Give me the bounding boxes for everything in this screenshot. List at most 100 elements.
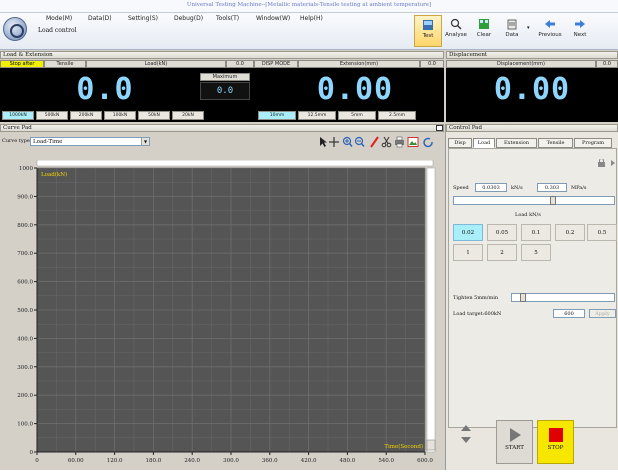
load-target-input[interactable]: 600 bbox=[553, 309, 585, 318]
data-icon bbox=[507, 19, 517, 30]
y-tick-label: 600.0 bbox=[17, 280, 33, 286]
test-label: Test bbox=[422, 33, 434, 39]
x-tick-label: 540.0 bbox=[378, 458, 394, 464]
apply-button[interactable]: Apply bbox=[589, 309, 616, 318]
stop-label: STOP bbox=[547, 445, 564, 451]
tighten-slider-thumb[interactable] bbox=[520, 293, 526, 302]
chart-toolbar bbox=[318, 136, 442, 148]
ext-range-2-5mm[interactable]: 2.5mm bbox=[378, 111, 416, 120]
rate-button-5[interactable]: 5 bbox=[521, 244, 551, 261]
speed-slider[interactable] bbox=[453, 196, 615, 205]
load-range-200kn[interactable]: 200kN bbox=[70, 111, 102, 120]
rate-button-0-5[interactable]: 0.5 bbox=[587, 224, 617, 241]
rate-button-1[interactable]: 1 bbox=[453, 244, 483, 261]
y-tick-label: 200.0 bbox=[17, 393, 33, 399]
x-tick-label: 300.0 bbox=[223, 458, 239, 464]
pointer-icon[interactable] bbox=[320, 137, 327, 147]
menu-data[interactable]: Data(D) bbox=[88, 15, 112, 22]
rate-button-0-1[interactable]: 0.1 bbox=[521, 224, 551, 241]
print-icon[interactable] bbox=[395, 136, 404, 148]
analyse-button[interactable]: Analyse bbox=[442, 15, 470, 47]
stop-after-broken-button[interactable]: Stop after broken bbox=[0, 60, 44, 74]
tab-program[interactable]: Program bbox=[574, 138, 612, 148]
x-tick-label: 120.0 bbox=[107, 458, 123, 464]
x-tick-label: 480.0 bbox=[340, 458, 356, 464]
speed-mpa-input[interactable]: 0.303 bbox=[537, 183, 567, 192]
crosshair-icon[interactable] bbox=[329, 137, 339, 147]
speed-slider-thumb[interactable] bbox=[550, 196, 556, 205]
zoom-in-icon[interactable] bbox=[342, 136, 353, 147]
data-button[interactable]: Data bbox=[498, 15, 526, 47]
speed-kn-unit: kN/s bbox=[511, 185, 523, 191]
load-range-50kn[interactable]: 50kN bbox=[138, 111, 170, 120]
maximum-label: Maximum bbox=[200, 73, 250, 81]
menu-tools[interactable]: Tools(T) bbox=[216, 15, 239, 22]
menu-setting[interactable]: Setting(S) bbox=[128, 15, 158, 22]
tab-extension[interactable]: Extension bbox=[496, 138, 537, 148]
cut-icon[interactable] bbox=[381, 136, 392, 148]
load-range-500kn[interactable]: 500kN bbox=[36, 111, 68, 120]
extension-label: Extension(mm) bbox=[298, 60, 420, 68]
rate-button-2[interactable]: 2 bbox=[487, 244, 517, 261]
displacement-lcd: Displacement(mm) 0.0 0.00 bbox=[446, 60, 618, 122]
vertical-scrollbar bbox=[426, 167, 436, 453]
load-range-20kn[interactable]: 20kN bbox=[172, 111, 204, 120]
lock-and-next-icons[interactable] bbox=[597, 159, 617, 167]
restore-window-icon[interactable] bbox=[436, 125, 443, 131]
curve-chart[interactable]: 0 60.00 120.0 180.0 240.0 300.0 360.0 420.0 480.… bbox=[1, 159, 437, 470]
menu-mode[interactable]: Mode(M) bbox=[46, 15, 72, 22]
stop-button[interactable]: STOP bbox=[537, 420, 574, 464]
x-tick-label: 360.0 bbox=[262, 458, 278, 464]
speed-label: Speed bbox=[453, 185, 469, 191]
data-dropdown-icon[interactable]: ▾ bbox=[527, 25, 530, 31]
load-tab-content: Speed 0.0303 kN/s 0.303 MPa/s Load kN/s … bbox=[448, 148, 617, 428]
analyse-icon bbox=[450, 18, 462, 30]
next-button[interactable]: Next bbox=[566, 15, 594, 47]
test-icon bbox=[423, 20, 433, 30]
curve-pad-header: Curve Pad bbox=[0, 124, 444, 132]
curve-type-dropdown[interactable]: Load-Time ▼ bbox=[30, 137, 150, 146]
y-axis-label: Load(kN) bbox=[41, 171, 67, 178]
curve-type-value: Load-Time bbox=[33, 139, 63, 145]
tab-tensile[interactable]: Tensile bbox=[538, 138, 573, 148]
ext-range-5mm[interactable]: 5mm bbox=[338, 111, 376, 120]
test-button[interactable]: Test bbox=[414, 15, 442, 47]
y-tick-label: 800.0 bbox=[17, 223, 33, 229]
load-range-1000kn[interactable]: 1000kN bbox=[2, 111, 34, 120]
x-tick-label: 180.0 bbox=[146, 458, 162, 464]
speed-kn-input[interactable]: 0.0303 bbox=[475, 183, 507, 192]
ext-range-10mm[interactable]: 10mm bbox=[258, 111, 296, 120]
disp-mode-button[interactable]: DISP MODE bbox=[254, 60, 298, 68]
pen-icon[interactable] bbox=[370, 136, 379, 148]
extension-value-small: 0.0 bbox=[420, 60, 444, 68]
load-range-100kn[interactable]: 100kN bbox=[104, 111, 136, 120]
window-title: Universal Testing Machine--[Metallic mat… bbox=[186, 2, 432, 8]
zoom-out-icon[interactable] bbox=[354, 136, 365, 147]
rate-button-0-05[interactable]: 0.05 bbox=[487, 224, 517, 241]
load-target-label: Load target:600kN bbox=[453, 311, 502, 317]
refresh-icon[interactable] bbox=[423, 137, 433, 148]
rate-button-0-2[interactable]: 0.2 bbox=[555, 224, 585, 241]
start-button[interactable]: START bbox=[496, 420, 533, 464]
image-icon[interactable] bbox=[407, 137, 419, 147]
menu-debug[interactable]: Debug(D) bbox=[174, 15, 203, 22]
chevron-down-icon: ▼ bbox=[141, 138, 149, 145]
jog-up-down-icon[interactable] bbox=[460, 424, 472, 444]
previous-button[interactable]: Previous bbox=[536, 15, 564, 47]
ribbon: Mode(M) Data(D) Setting(S) Debug(D) Tool… bbox=[0, 13, 618, 50]
menu-window[interactable]: Window(W) bbox=[256, 15, 290, 22]
next-arrow-icon bbox=[575, 20, 585, 28]
tab-disp[interactable]: Disp bbox=[448, 138, 472, 148]
rate-button-0-02[interactable]: 0.02 bbox=[453, 224, 483, 241]
app-logo-icon[interactable] bbox=[3, 17, 27, 41]
x-tick-label: 420.0 bbox=[301, 458, 317, 464]
clear-button[interactable]: Clear bbox=[470, 15, 498, 47]
tighten-slider[interactable] bbox=[511, 293, 615, 302]
curve-type-label: Curve type: bbox=[2, 138, 32, 144]
menu-help[interactable]: Help(H) bbox=[300, 15, 323, 22]
tighten-label: Tighten 5mm/min bbox=[453, 295, 499, 301]
tab-load[interactable]: Load bbox=[473, 138, 495, 148]
x-tick-label: 240.0 bbox=[184, 458, 200, 464]
ext-range-12-5mm[interactable]: 12.5mm bbox=[298, 111, 336, 120]
stop-square-icon bbox=[548, 428, 563, 442]
